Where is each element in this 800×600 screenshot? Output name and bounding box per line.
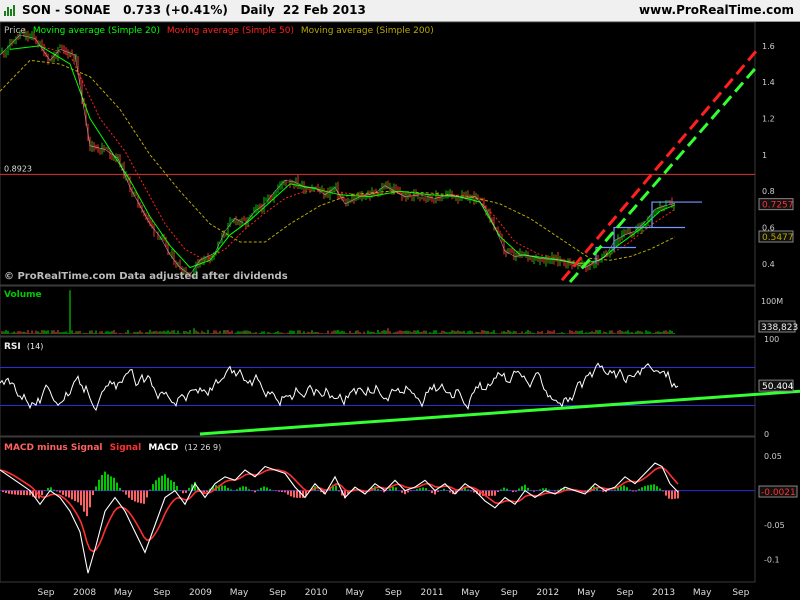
price-pane: 1.61.41.210.80.60.4 0.8923 Price Moving … [0, 22, 794, 286]
macd-hist-title: MACD minus Signal [4, 443, 102, 453]
price-tick-label: 1.6 [762, 42, 775, 51]
macd-last-label: -0.0021 [761, 488, 796, 498]
macd-tick-label: -0.1 [764, 555, 780, 564]
price-tick-label: 0.4 [762, 260, 775, 269]
last-price-label: 0.7257 [762, 201, 794, 211]
bar-chart-icon [4, 5, 16, 16]
x-axis-label: 2012 [536, 588, 559, 598]
macd-signal-title: Signal [110, 443, 142, 453]
macd-pane: MACD minus Signal Signal MACD (12 26 9) … [0, 436, 798, 583]
price-tick-label: 1.4 [762, 78, 775, 87]
volume-pane: Volume 100M 338,823 [0, 285, 798, 337]
rsi-title: RSI [4, 342, 21, 352]
credits-text: © ProRealTime.com Data adjusted after di… [4, 271, 288, 282]
svg-text:RSI (14): RSI (14) [4, 342, 43, 352]
legend-price: Price [4, 26, 26, 36]
rsi-tick-label: 0 [764, 430, 769, 439]
x-axis-label: 2013 [652, 588, 675, 598]
brand-link[interactable]: www.ProRealTime.com [639, 0, 794, 21]
rsi-last-label: 50.404 [762, 382, 794, 392]
x-axis-label: May [693, 588, 712, 598]
x-axis-label: Sep [617, 588, 634, 598]
volume-last-label: 338,823 [761, 323, 798, 333]
rsi-pane: RSI (14) 100500 50.404 [0, 335, 800, 439]
x-axis-label: May [577, 588, 596, 598]
x-axis-label: May [461, 588, 480, 598]
x-axis-label: 2009 [189, 588, 212, 598]
price-hline-label: 0.8923 [4, 164, 32, 173]
price-tick-label: 0.8 [762, 187, 775, 196]
x-axis-label: Sep [732, 588, 749, 598]
rsi-tick-label: 100 [764, 335, 779, 344]
chart-area: 1.61.41.210.80.60.4 0.8923 Price Moving … [0, 22, 800, 600]
price-tick-label: 1.2 [762, 114, 775, 123]
svg-text:MACD minus Signal Signal: MACD minus Signal Signal MACD (12 26 9) [4, 443, 221, 453]
legend-ma50: Moving average (Simple 50) [167, 26, 294, 36]
x-axis-label: Sep [501, 588, 518, 598]
macd-param: (12 26 9) [184, 443, 221, 452]
macd-tick-label: -0.05 [764, 521, 785, 530]
volume-axis-tick: 100M [761, 297, 783, 306]
x-axis-label: 2008 [73, 588, 96, 598]
volume-title: Volume [4, 290, 42, 300]
x-axis-label: 2010 [305, 588, 328, 598]
x-axis: Sep 2008 May Sep 2009 May Sep 2010 May Sep 2011 May… [0, 583, 755, 600]
svg-text:Price Moving average (Si: Price Moving average (Simple 20) Moving … [4, 26, 434, 36]
x-axis-label: 2011 [421, 588, 444, 598]
x-axis-label: Sep [38, 588, 55, 598]
x-axis-label: May [345, 588, 364, 598]
instrument-title: SON - SONAE 0.733 (+0.41%) Daily 22 Feb … [22, 3, 366, 17]
x-axis-label: Sep [269, 588, 286, 598]
macd-line-title: MACD [148, 443, 178, 453]
rsi-param: (14) [27, 342, 43, 351]
legend-ma200: Moving average (Simple 200) [301, 26, 434, 36]
x-axis-label: May [114, 588, 133, 598]
chart-header: SON - SONAE 0.733 (+0.41%) Daily 22 Feb … [0, 0, 800, 22]
x-axis-label: Sep [385, 588, 402, 598]
ma200-last-label: 0.5477 [762, 233, 794, 243]
x-axis-label: Sep [153, 588, 170, 598]
x-axis-label: May [230, 588, 249, 598]
macd-tick-label: 0.05 [764, 452, 782, 461]
legend-ma20: Moving average (Simple 20) [33, 26, 160, 36]
price-tick-label: 1 [762, 151, 767, 160]
